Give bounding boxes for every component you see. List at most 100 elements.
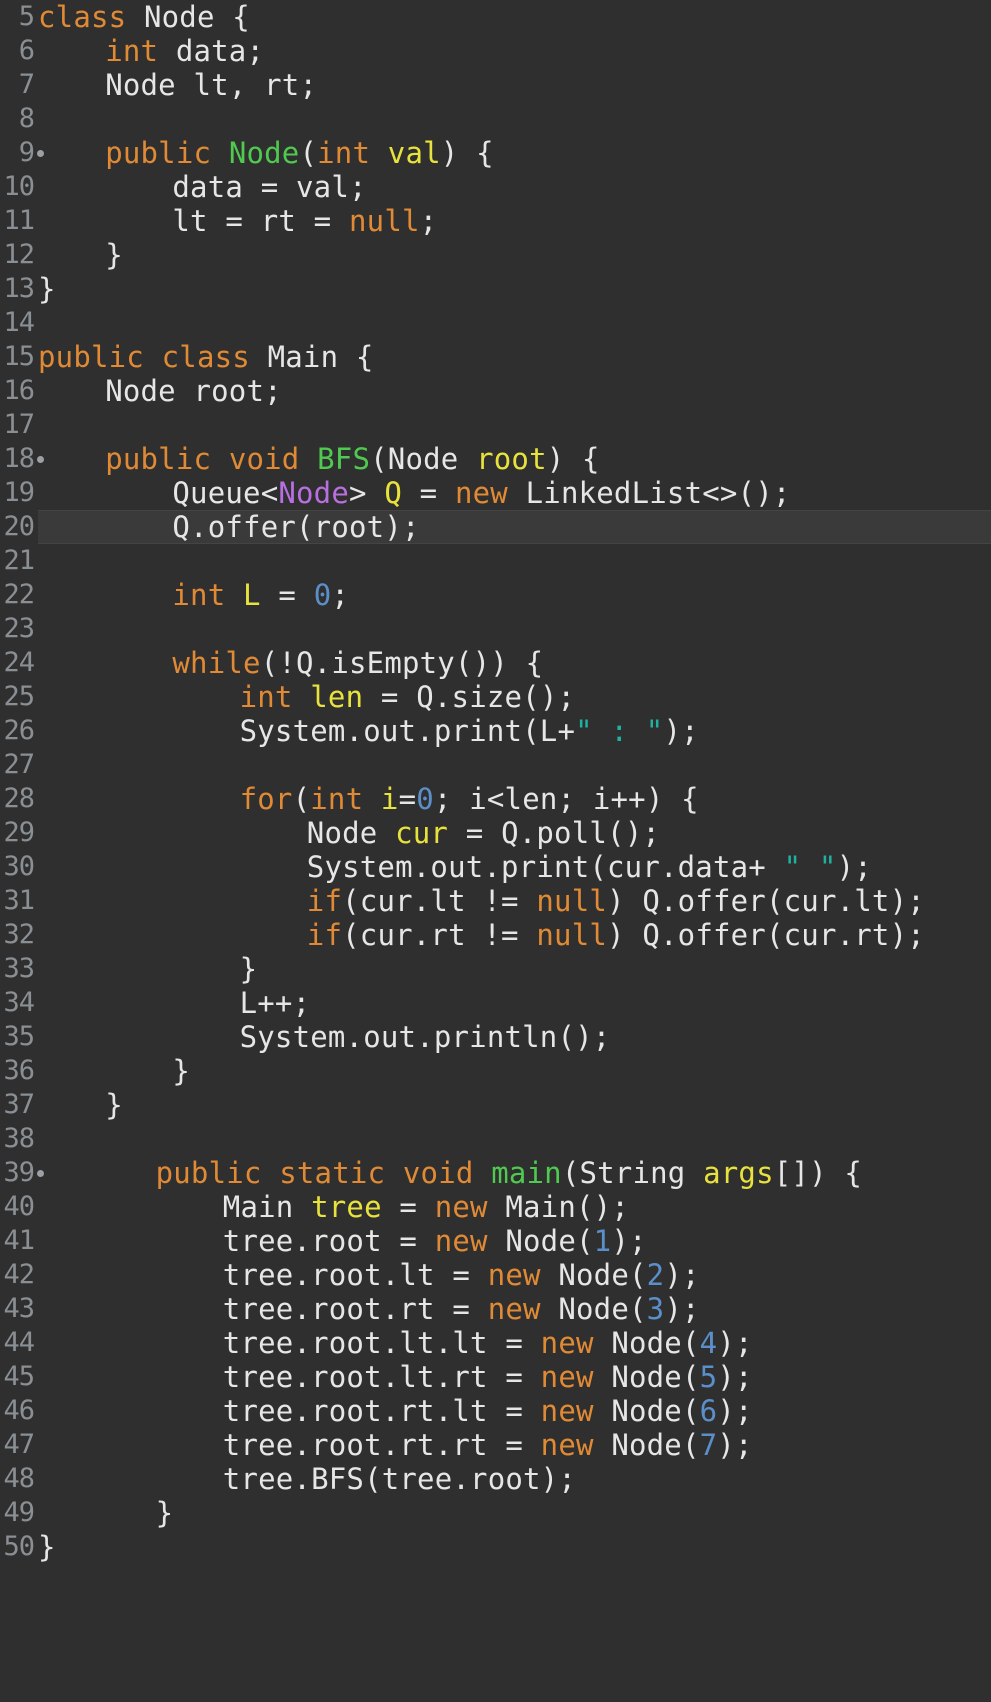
code-line[interactable]: 25 int len = Q.size(); [0, 680, 991, 714]
code-line[interactable]: 19 Queue<Node> Q = new LinkedList<>(); [0, 476, 991, 510]
code-line[interactable]: 39 public static void main(String args[])… [0, 1156, 991, 1190]
code-line[interactable]: 18 public void BFS(Node root) { [0, 442, 991, 476]
code-token: lt = rt = [172, 204, 349, 238]
code-line[interactable]: 10 data = val; [0, 170, 991, 204]
code-line[interactable]: 48 tree.BFS(tree.root); [0, 1462, 991, 1496]
code-line[interactable]: 15 public class Main { [0, 340, 991, 374]
code-line[interactable]: 45 tree.root.lt.rt = new Node(5); [0, 1360, 991, 1394]
line-number-label: 19 [3, 477, 35, 508]
code-line[interactable]: 47 tree.root.rt.rt = new Node(7); [0, 1428, 991, 1462]
number-token: 2 [646, 1258, 665, 1292]
code-token: = [260, 578, 314, 612]
code-line[interactable]: 34 L++; [0, 986, 991, 1020]
code-line[interactable]: 31 if(cur.lt != null) Q.offer(cur.lt); [0, 884, 991, 918]
code-token: Main(); [487, 1190, 629, 1224]
line-number: 12 [0, 238, 35, 272]
line-number: 34 [0, 986, 35, 1020]
code-line[interactable]: 11 lt = rt = null; [0, 204, 991, 238]
keyword-token: int [310, 782, 364, 816]
code-line[interactable]: 27 [0, 748, 991, 782]
code-token: ); [836, 850, 872, 884]
line-number-label: 30 [3, 851, 35, 882]
code-token: System.out.println(); [239, 1020, 611, 1054]
code-line[interactable]: 14 [0, 306, 991, 340]
code-text: } [172, 1054, 190, 1088]
keyword-token: public [105, 136, 212, 170]
line-number: 43 [0, 1292, 35, 1326]
string-token: " " [783, 850, 837, 884]
code-editor[interactable]: 5 class Node {6 int data; 7 Node lt, rt; 8 9 pu… [0, 0, 991, 1702]
code-text: } [105, 1088, 123, 1122]
fold-toggle-icon[interactable] [37, 1170, 44, 1177]
code-line[interactable]: 7 Node lt, rt; [0, 68, 991, 102]
code-line[interactable]: 43 tree.root.rt = new Node(3); [0, 1292, 991, 1326]
line-number-label: 39 [3, 1157, 35, 1188]
code-line[interactable]: 8 [0, 102, 991, 136]
line-number: 9 [0, 136, 44, 170]
keyword-token: new [540, 1428, 594, 1462]
line-number-label: 25 [3, 681, 35, 712]
code-line[interactable]: 50} [0, 1530, 991, 1564]
keyword-token: static [279, 1156, 386, 1190]
code-line[interactable]: 12} [0, 238, 991, 272]
code-line[interactable]: 5 class Node { [0, 0, 991, 34]
code-line[interactable]: 6 int data; [0, 34, 991, 68]
keyword-token: if [306, 884, 343, 918]
code-line[interactable]: 38 [0, 1122, 991, 1156]
code-line[interactable]: 9 public Node(int val) { [0, 136, 991, 170]
code-line[interactable]: 44 tree.root.lt.lt = new Node(4); [0, 1326, 991, 1360]
code-token: Node( [540, 1258, 647, 1292]
code-line[interactable]: 33} [0, 952, 991, 986]
code-text: } [38, 1530, 56, 1564]
line-number: 49 [0, 1496, 35, 1530]
code-line[interactable]: 29 Node cur = Q.poll(); [0, 816, 991, 850]
fold-toggle-icon[interactable] [37, 456, 44, 463]
line-number-label: 14 [3, 307, 35, 338]
code-token: Main [222, 1190, 312, 1224]
line-number: 33 [0, 952, 35, 986]
code-line[interactable]: 37} [0, 1088, 991, 1122]
code-line[interactable]: 46 tree.root.rt.lt = new Node(6); [0, 1394, 991, 1428]
code-line[interactable]: 28 for(int i=0; i<len; i++) { [0, 782, 991, 816]
code-line[interactable]: 35 System.out.println(); [0, 1020, 991, 1054]
code-line[interactable]: 41 tree.root = new Node(1); [0, 1224, 991, 1258]
line-number: 8 [0, 102, 35, 136]
code-text: int L = 0; [172, 578, 349, 612]
code-token: data = val; [172, 170, 367, 204]
code-line[interactable]: 16 Node root; [0, 374, 991, 408]
code-line[interactable]: 20 Q.offer(root); [0, 510, 991, 544]
code-token: } [38, 1530, 56, 1564]
line-number: 29 [0, 816, 35, 850]
code-token: } [38, 272, 56, 306]
fold-toggle-icon[interactable] [37, 150, 44, 157]
code-token: Node( [593, 1326, 700, 1360]
code-text: int data; [105, 34, 264, 68]
code-line[interactable]: 21 [0, 544, 991, 578]
keyword-token: new [540, 1326, 594, 1360]
code-token: = [398, 782, 417, 816]
code-line[interactable]: 49} [0, 1496, 991, 1530]
method-token: BFS [317, 442, 371, 476]
code-text: System.out.print(L+" : "); [240, 714, 699, 748]
code-line[interactable]: 24 while(!Q.isEmpty()) { [0, 646, 991, 680]
code-line[interactable]: 13} [0, 272, 991, 306]
code-line[interactable]: 22 int L = 0; [0, 578, 991, 612]
code-line[interactable]: 42 tree.root.lt = new Node(2); [0, 1258, 991, 1292]
code-text: Node lt, rt; [105, 68, 317, 102]
code-line[interactable]: 32 if(cur.rt != null) Q.offer(cur.rt); [0, 918, 991, 952]
code-text: tree.root.lt.lt = new Node(4); [223, 1326, 753, 1360]
code-line[interactable]: 30 System.out.print(cur.data+ " "); [0, 850, 991, 884]
code-text: tree.root.lt.rt = new Node(5); [223, 1360, 753, 1394]
line-number-label: 7 [18, 69, 35, 100]
code-line[interactable]: 26 System.out.print(L+" : "); [0, 714, 991, 748]
code-line[interactable]: 40 Main tree = new Main(); [0, 1190, 991, 1224]
code-line[interactable]: 17 [0, 408, 991, 442]
code-line[interactable]: 23 [0, 612, 991, 646]
code-line[interactable]: 36} [0, 1054, 991, 1088]
code-text: tree.root = new Node(1); [223, 1224, 647, 1258]
line-number: 28 [0, 782, 35, 816]
line-number-label: 18 [3, 443, 35, 474]
line-number-label: 43 [3, 1293, 35, 1324]
line-number: 42 [0, 1258, 35, 1292]
code-token: ( [299, 136, 318, 170]
